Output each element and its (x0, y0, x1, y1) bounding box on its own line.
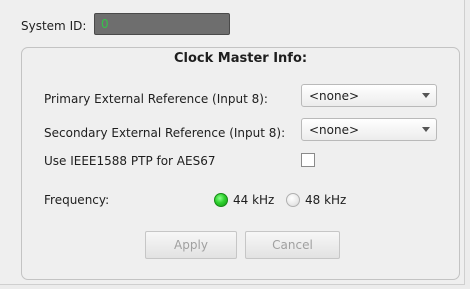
ptp-label: Use IEEE1588 PTP for AES67 (44, 154, 216, 168)
secondary-ref-dropdown[interactable]: <none> (301, 118, 437, 141)
ptp-checkbox[interactable] (301, 153, 315, 167)
primary-ref-label: Primary External Reference (Input 8): (44, 92, 268, 106)
frequency-44khz-radio[interactable] (214, 193, 228, 207)
chevron-down-icon (422, 127, 430, 132)
system-id-label: System ID: (21, 19, 87, 33)
primary-ref-dropdown[interactable]: <none> (301, 84, 437, 107)
frequency-label: Frequency: (44, 193, 110, 207)
frequency-48khz-label: 48 kHz (305, 193, 347, 207)
apply-button[interactable]: Apply (145, 231, 237, 259)
system-id-field[interactable]: 0 (94, 13, 230, 35)
primary-ref-value: <none> (309, 89, 360, 103)
cancel-button[interactable]: Cancel (245, 231, 340, 259)
secondary-ref-value: <none> (309, 123, 360, 137)
frequency-44khz-label: 44 kHz (233, 193, 275, 207)
secondary-ref-label: Secondary External Reference (Input 8): (44, 126, 286, 140)
group-title: Clock Master Info: (172, 51, 310, 66)
frequency-48khz-radio[interactable] (286, 193, 300, 207)
chevron-down-icon (422, 93, 430, 98)
clock-settings-panel: System ID: 0 Clock Master Info: Primary … (0, 0, 465, 285)
